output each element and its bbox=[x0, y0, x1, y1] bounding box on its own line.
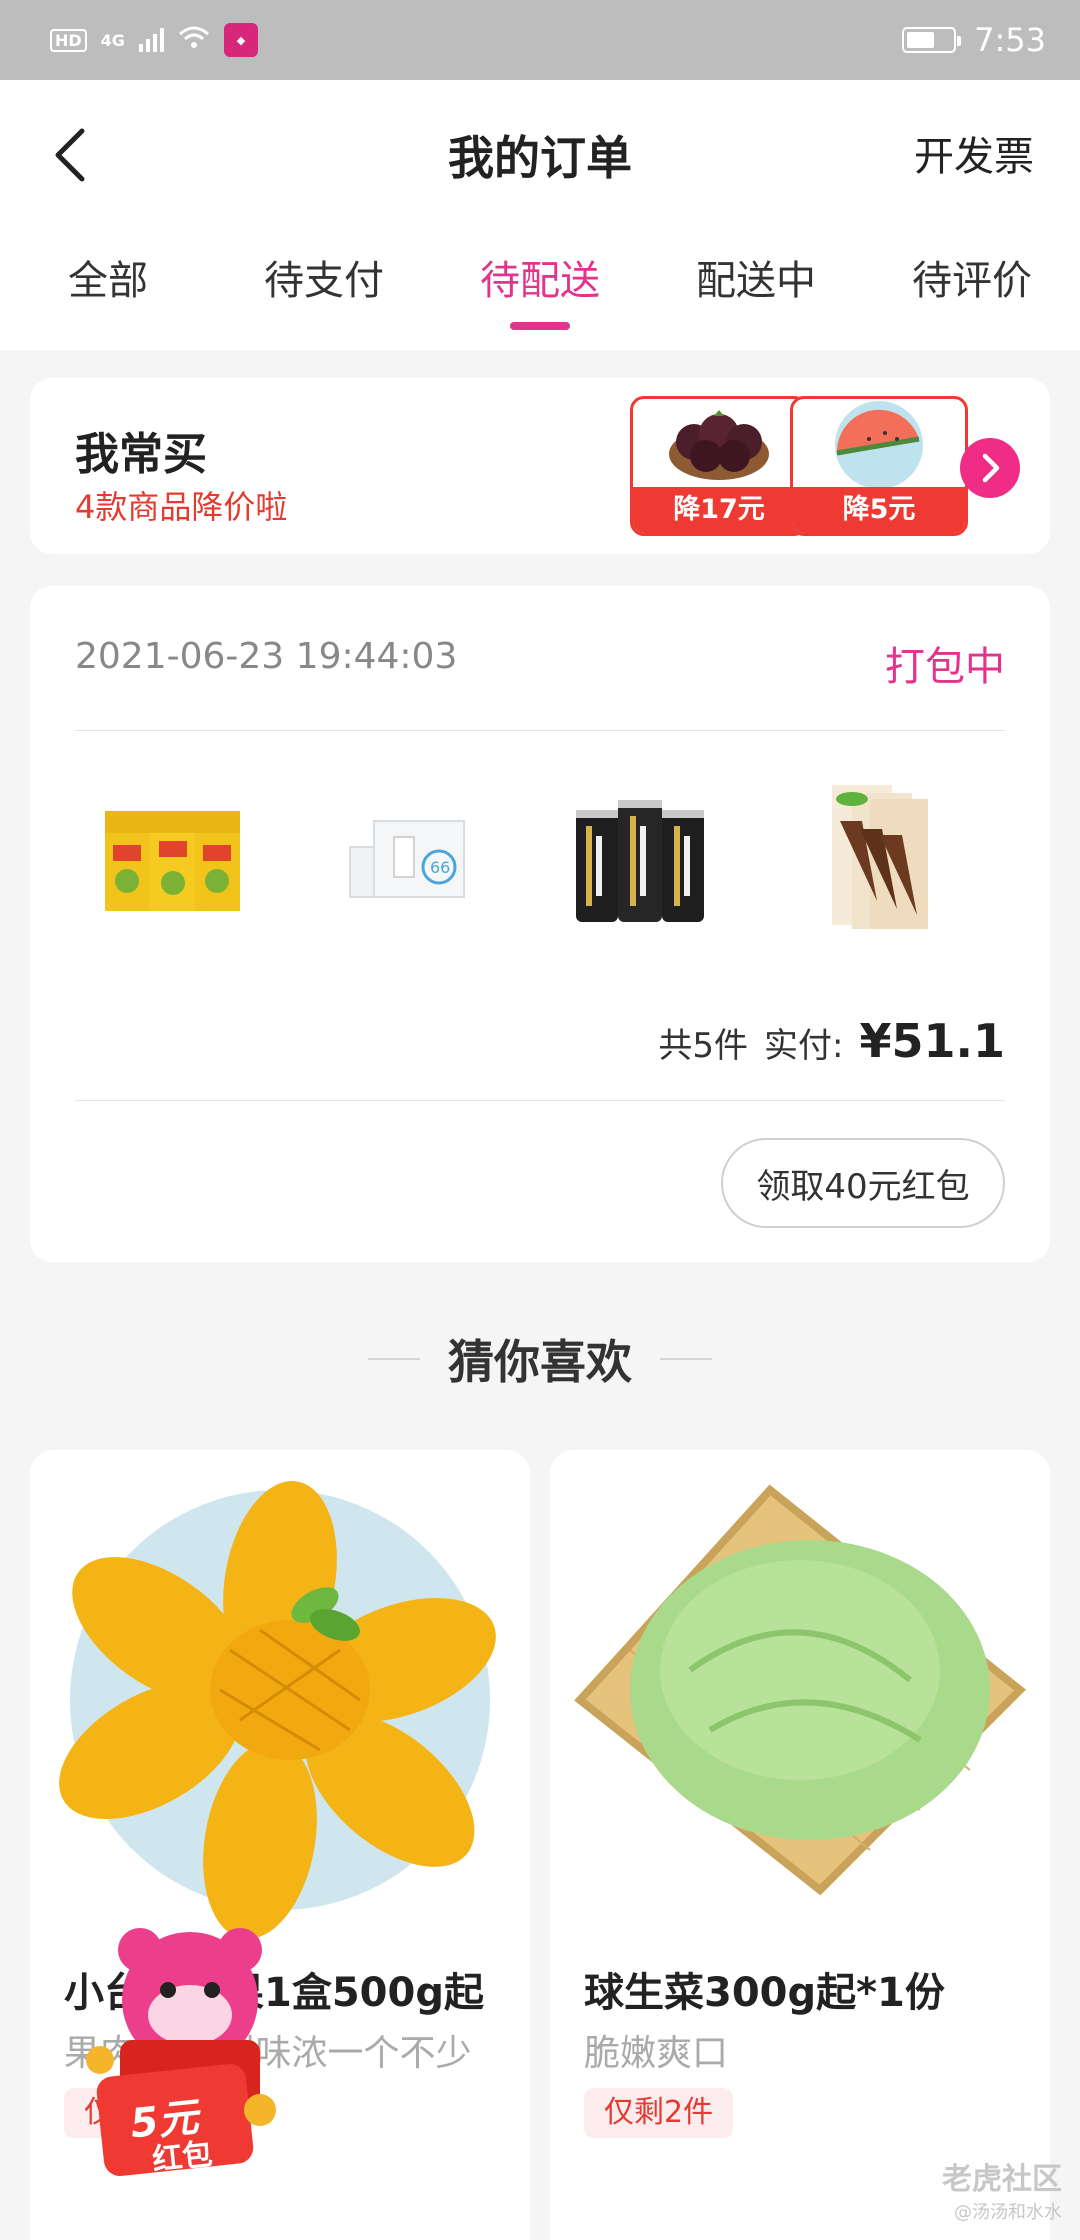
tab-label: 全部 bbox=[68, 258, 148, 304]
divider bbox=[75, 730, 1005, 731]
order-card[interactable]: 2021-06-23 19:44:03 打包中 66 共5件 实付: ¥51.1… bbox=[30, 586, 1050, 1262]
tab-label: 待配送 bbox=[480, 258, 600, 304]
item-count: 共5件 bbox=[658, 1026, 749, 1066]
order-status: 打包中 bbox=[885, 644, 1005, 690]
stock-tag: 仅剩2件 bbox=[584, 2088, 734, 2138]
app-notification-icon: ◆ bbox=[223, 23, 258, 57]
order-tabs: 全部 待支付 待配送 配送中 待评价 bbox=[0, 240, 1080, 350]
active-tab-indicator bbox=[510, 322, 570, 330]
claim-red-packet-button[interactable]: 领取40元红包 bbox=[721, 1138, 1005, 1228]
tab-label: 配送中 bbox=[696, 258, 816, 304]
tab-pending-delivery[interactable]: 待配送 bbox=[432, 240, 648, 350]
hd-indicator: HD bbox=[50, 28, 87, 52]
more-deals-button[interactable] bbox=[960, 438, 1020, 498]
frequently-bought-title: 我常买 bbox=[75, 429, 207, 480]
mangosteen-image bbox=[633, 399, 805, 489]
tab-delivering[interactable]: 配送中 bbox=[648, 240, 864, 350]
mango-image bbox=[30, 1450, 530, 1950]
frequently-bought-subtitle: 4款商品降价啦 bbox=[75, 488, 288, 526]
divider bbox=[368, 1358, 420, 1360]
order-products[interactable]: 66 bbox=[75, 756, 1005, 956]
status-bar: HD 4G ◆ 7:53 bbox=[0, 0, 1080, 80]
deal-item-watermelon[interactable]: 降5元 bbox=[790, 396, 968, 536]
clock: 7:53 bbox=[974, 21, 1046, 59]
product-lemon-tea-image bbox=[75, 756, 275, 956]
floating-red-packet[interactable]: 5元 红包 bbox=[60, 1920, 300, 2180]
tab-all[interactable]: 全部 bbox=[0, 240, 216, 350]
red-packet-label: 红包 bbox=[150, 2136, 215, 2179]
tab-label: 待支付 bbox=[264, 258, 384, 304]
product-name: 球生菜300g起*1份 bbox=[584, 1970, 945, 2016]
invoice-button[interactable]: 开发票 bbox=[914, 124, 1034, 182]
divider bbox=[660, 1358, 712, 1360]
paid-amount: ¥51.1 bbox=[859, 1014, 1005, 1068]
deal-item-mangosteen[interactable]: 降17元 bbox=[630, 396, 808, 536]
recommend-card-lettuce[interactable]: 球生菜300g起*1份 脆嫩爽口 仅剩2件 bbox=[550, 1450, 1050, 2240]
watermark-main: 老虎社区 bbox=[942, 2162, 1062, 2197]
battery-icon bbox=[902, 27, 962, 53]
product-ice-cream-image bbox=[777, 756, 977, 956]
paid-label: 实付: bbox=[764, 1026, 844, 1066]
network-type: 4G bbox=[100, 30, 125, 50]
guess-you-like-heading: 猜你喜欢 bbox=[0, 1326, 1080, 1392]
signal-icon bbox=[138, 28, 164, 52]
product-watsons-cans-image bbox=[543, 756, 743, 956]
price-drop-badge: 降17元 bbox=[633, 487, 805, 533]
watermelon-image bbox=[793, 399, 965, 489]
watermark-sub: @汤汤和水水 bbox=[954, 2202, 1062, 2223]
lettuce-image bbox=[550, 1450, 1050, 1950]
tab-label: 待评价 bbox=[912, 258, 1032, 304]
tab-to-review[interactable]: 待评价 bbox=[864, 240, 1080, 350]
price-drop-badge: 降5元 bbox=[793, 487, 965, 533]
product-milk-box-image: 66 bbox=[309, 756, 509, 956]
svg-text:66: 66 bbox=[430, 858, 450, 877]
page-header: 我的订单 开发票 全部 待支付 待配送 配送中 待评价 bbox=[0, 80, 1080, 350]
divider bbox=[75, 1100, 1005, 1101]
chevron-right-icon bbox=[982, 453, 1000, 483]
wifi-icon bbox=[178, 26, 210, 55]
guess-you-like-title: 猜你喜欢 bbox=[448, 1335, 632, 1389]
watermark: 老虎社区 @汤汤和水水 bbox=[942, 2154, 1062, 2224]
order-time: 2021-06-23 19:44:03 bbox=[75, 636, 458, 677]
frequently-bought-card[interactable]: 我常买 4款商品降价啦 降17元 降5元 bbox=[30, 378, 1050, 554]
order-summary: 共5件 实付: ¥51.1 bbox=[658, 1014, 1005, 1068]
product-description: 脆嫩爽口 bbox=[584, 2033, 729, 2074]
tab-pending-payment[interactable]: 待支付 bbox=[216, 240, 432, 350]
